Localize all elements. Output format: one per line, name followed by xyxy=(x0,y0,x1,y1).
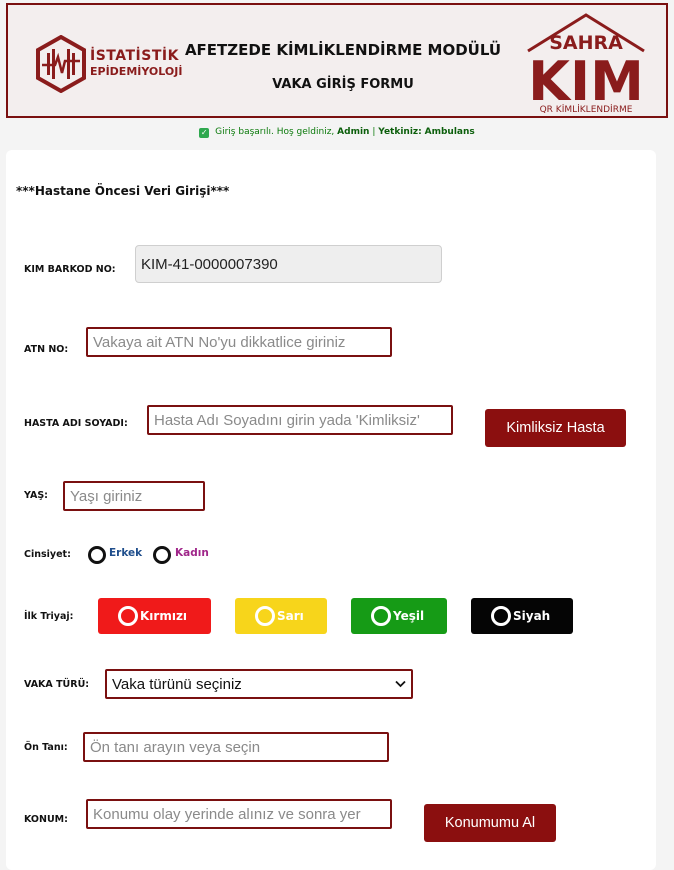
logo-qr-text: QR KİMLİKLENDİRME xyxy=(540,104,633,115)
heartbeat-hexagon-icon xyxy=(36,35,86,93)
triage-label: İlk Triyaj: xyxy=(24,611,74,622)
barcode-value: KIM-41-0000007390 xyxy=(141,255,278,273)
status-role: Ambulans xyxy=(424,127,475,137)
pre-diagnosis-input[interactable]: Ön tanı arayın veya seçin xyxy=(83,732,389,762)
patient-name-placeholder: Hasta Adı Soyadını girin yada 'Kimliksiz… xyxy=(154,411,420,429)
check-icon: ✓ xyxy=(199,128,210,138)
sahra-kim-logo: SAHRA KIM QR KİMLİKLENDİRME xyxy=(527,13,645,115)
triage-black-label: Siyah xyxy=(513,609,551,623)
barcode-field: KIM-41-0000007390 xyxy=(135,245,442,283)
logo-text-epidemiyoloji: EPİDEMİYOLOJİ xyxy=(90,65,183,78)
gender-male-label[interactable]: Erkek xyxy=(109,547,142,559)
case-type-label: VAKA TÜRÜ: xyxy=(24,679,90,690)
logo-kim-text: KIM xyxy=(528,50,644,113)
gender-label: Cinsiyet: xyxy=(24,549,71,560)
case-type-select[interactable]: Vaka türünü seçiniz xyxy=(105,669,413,699)
login-status-message: ✓ Giriş başarılı. Hoş geldiniz, Admin | … xyxy=(0,127,674,138)
logo-text-istatistik: İSTATİSTİK xyxy=(90,48,179,64)
radio-circle-icon xyxy=(255,606,275,626)
triage-yellow-label: Sarı xyxy=(277,609,304,623)
page-title: AFETZEDE KİMLİKLENDİRME MODÜLÜ xyxy=(184,41,502,59)
chevron-down-icon xyxy=(395,680,406,688)
istatistik-logo: İSTATİSTİK EPİDEMİYOLOJİ xyxy=(36,35,182,93)
location-placeholder: Konumu olay yerinde alınız ve sonra yer xyxy=(93,805,361,823)
age-input[interactable]: Yaşı giriniz xyxy=(63,481,205,511)
status-user: Admin xyxy=(337,127,370,137)
atn-placeholder: Vakaya ait ATN No'yu dikkatlice giriniz xyxy=(93,333,346,351)
case-type-selected: Vaka türünü seçiniz xyxy=(112,675,242,693)
get-location-button[interactable]: Konumumu Al xyxy=(424,804,556,842)
status-prefix: Giriş başarılı. Hoş geldiniz, xyxy=(215,127,335,137)
patient-name-label: HASTA ADI SOYADI: xyxy=(24,418,128,429)
page-subtitle: VAKA GİRİŞ FORMU xyxy=(272,77,414,92)
status-separator: | xyxy=(372,127,376,137)
gender-female-label[interactable]: Kadın xyxy=(175,547,209,559)
patient-name-input[interactable]: Hasta Adı Soyadını girin yada 'Kimliksiz… xyxy=(147,405,453,435)
radio-circle-icon xyxy=(118,606,138,626)
triage-green-label: Yeşil xyxy=(393,609,425,623)
pre-diagnosis-label: Ön Tanı: xyxy=(24,742,68,753)
pre-diagnosis-placeholder: Ön tanı arayın veya seçin xyxy=(90,738,261,756)
atn-label: ATN NO: xyxy=(24,344,69,355)
triage-black-button[interactable]: Siyah xyxy=(471,598,573,634)
radio-circle-icon xyxy=(371,606,391,626)
age-placeholder: Yaşı giriniz xyxy=(70,487,143,505)
status-role-label: Yetkiniz: xyxy=(378,127,422,137)
gender-male-radio[interactable] xyxy=(88,546,106,564)
gender-female-radio[interactable] xyxy=(153,546,171,564)
location-input[interactable]: Konumu olay yerinde alınız ve sonra yer xyxy=(86,799,392,829)
age-label: YAŞ: xyxy=(24,490,48,501)
triage-yellow-button[interactable]: Sarı xyxy=(235,598,327,634)
barcode-label: KIM BARKOD NO: xyxy=(24,264,116,275)
location-label: KONUM: xyxy=(24,814,68,825)
app-header: İSTATİSTİK EPİDEMİYOLOJİ AFETZEDE KİMLİK… xyxy=(6,3,668,118)
triage-green-button[interactable]: Yeşil xyxy=(351,598,447,634)
triage-red-button[interactable]: Kırmızı xyxy=(98,598,211,634)
section-title: ***Hastane Öncesi Veri Girişi*** xyxy=(16,184,230,198)
triage-red-label: Kırmızı xyxy=(140,609,188,623)
unidentified-patient-button[interactable]: Kimliksiz Hasta xyxy=(485,409,626,447)
radio-circle-icon xyxy=(491,606,511,626)
atn-input[interactable]: Vakaya ait ATN No'yu dikkatlice giriniz xyxy=(86,327,392,357)
